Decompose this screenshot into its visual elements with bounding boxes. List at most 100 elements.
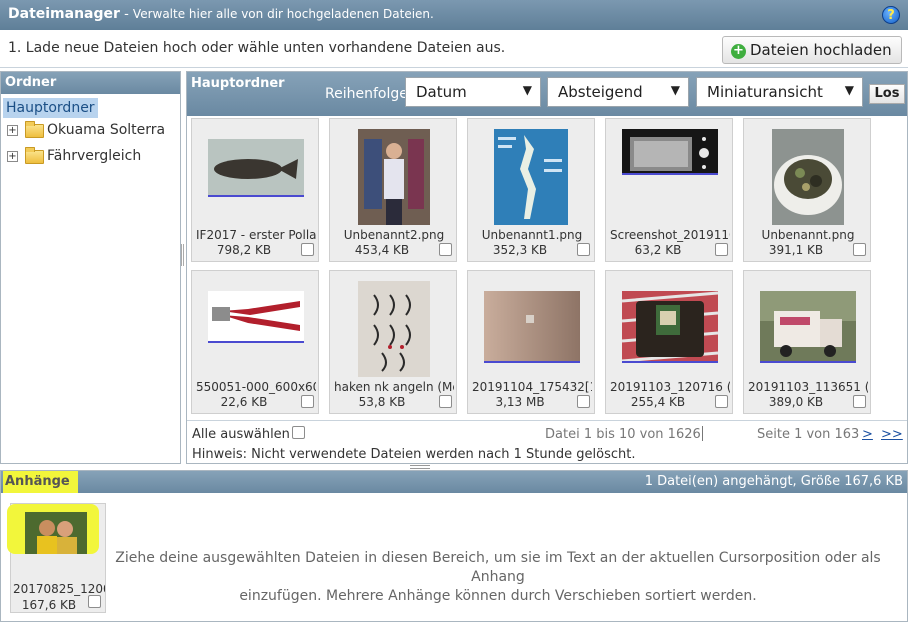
file-tile[interactable]: Unbenannt1.png 352,3 KB: [467, 118, 595, 262]
sort-direction-value: Absteigend: [558, 83, 643, 101]
view-mode-select[interactable]: Miniaturansicht ▼: [696, 77, 863, 107]
file-browser: Hauptordner Reihenfolge: Datum ▼ Absteig…: [186, 71, 908, 464]
file-name: Unbenannt.png: [761, 228, 855, 242]
file-name: IF2017 - erster Pollacl: [196, 228, 316, 242]
dropdown-arrow-icon: ▼: [670, 83, 680, 97]
hooks-photo-thumbnail: [358, 281, 430, 377]
file-checkbox[interactable]: [301, 395, 314, 408]
instruction-text: 1. Lade neue Dateien hoch oder wähle unt…: [8, 40, 506, 56]
pliers-photo-thumbnail: [208, 291, 304, 343]
file-tile[interactable]: Screenshot_20191105 63,2 KB: [605, 118, 733, 262]
file-tile[interactable]: Unbenannt2.png 453,4 KB: [329, 118, 457, 262]
folder-sidebar: Ordner Hauptordner + Okuama Solterra + F…: [0, 71, 181, 464]
map-photo-thumbnail: [494, 129, 568, 225]
file-checkbox[interactable]: [715, 243, 728, 256]
vertical-splitter[interactable]: [181, 244, 184, 266]
file-checkbox[interactable]: [715, 395, 728, 408]
title-bar: Dateimanager - Verwalte hier alle von di…: [0, 0, 908, 30]
file-tile[interactable]: Unbenannt.png 391,1 KB: [743, 118, 871, 262]
delete-hint: Hinweis: Nicht verwendete Dateien werden…: [192, 447, 636, 462]
folder-root[interactable]: Hauptordner: [3, 98, 98, 118]
help-icon[interactable]: ?: [882, 6, 900, 24]
attachment-tile[interactable]: 20170825_1200 167,6 KB: [7, 503, 106, 613]
file-name: 20191103_113651 (M: [748, 380, 868, 394]
file-count: Datei 1 bis 10 von 1626: [545, 427, 701, 442]
drop-zone-hint: Ziehe deine ausgewählten Dateien in dies…: [113, 549, 883, 606]
attachments-header: Anhänge 1 Datei(en) angehängt, Größe 167…: [1, 471, 907, 493]
file-size: 391,1 KB: [768, 243, 824, 257]
file-size: 3,13 MB: [495, 395, 545, 409]
attachments-summary: 1 Datei(en) angehängt, Größe 167,6 KB: [644, 474, 903, 489]
file-checkbox[interactable]: [439, 395, 452, 408]
file-name: 20191104_175432[1].: [472, 380, 592, 394]
sort-field-select[interactable]: Datum ▼: [405, 77, 541, 107]
file-checkbox[interactable]: [853, 243, 866, 256]
person-photo-thumbnail: [358, 129, 430, 225]
file-tile[interactable]: 20191103_113651 (M 389,0 KB: [743, 270, 871, 414]
file-checkbox[interactable]: [88, 595, 101, 608]
file-name: Screenshot_20191105: [610, 228, 730, 242]
expand-icon[interactable]: +: [7, 151, 18, 162]
sort-label: Reihenfolge:: [325, 86, 413, 102]
wall-photo-thumbnail: [484, 291, 580, 363]
file-tile[interactable]: IF2017 - erster Pollacl 798,2 KB: [191, 118, 319, 262]
page-count: Seite 1 von 163: [757, 427, 860, 442]
file-name: Unbenannt1.png: [481, 228, 583, 242]
file-size: 22,6 KB: [220, 395, 268, 409]
folder-item-okuama[interactable]: + Okuama Solterra: [1, 118, 180, 144]
select-all-label[interactable]: Alle auswählen: [192, 427, 290, 442]
last-page-link[interactable]: >>: [881, 427, 903, 442]
attachments-panel: Anhänge 1 Datei(en) angehängt, Größe 167…: [0, 470, 908, 622]
file-size: 352,3 KB: [492, 243, 548, 257]
file-checkbox[interactable]: [439, 243, 452, 256]
file-size: 63,2 KB: [634, 243, 682, 257]
file-size: 167,6 KB: [21, 598, 77, 612]
browser-header: Hauptordner Reihenfolge: Datum ▼ Absteig…: [187, 72, 907, 116]
folder-label: Okuama Solterra: [47, 122, 166, 138]
package-photo-thumbnail: [622, 291, 718, 363]
file-name: 20191103_120716 (M: [610, 380, 730, 394]
go-button[interactable]: Los: [869, 84, 905, 104]
file-tile[interactable]: 550051-000_600x600 22,6 KB: [191, 270, 319, 414]
sort-direction-select[interactable]: Absteigend ▼: [547, 77, 689, 107]
file-grid: IF2017 - erster Pollacl 798,2 KB Unbenan…: [191, 118, 907, 418]
dropdown-arrow-icon: ▼: [522, 83, 532, 97]
file-checkbox[interactable]: [853, 395, 866, 408]
folder-icon: [25, 147, 44, 164]
select-all-checkbox[interactable]: [292, 426, 305, 439]
attachments-title: Anhänge: [3, 471, 78, 493]
browser-footer: Alle auswählen Datei 1 bis 10 von 1626 S…: [187, 420, 907, 464]
expand-icon[interactable]: +: [7, 125, 18, 136]
dropdown-arrow-icon: ▼: [844, 83, 854, 97]
view-mode-value: Miniaturansicht: [707, 83, 823, 101]
food-photo-thumbnail: [772, 129, 844, 225]
file-name: 20170825_1200: [13, 582, 105, 596]
drop-hint-line: Ziehe deine ausgewählten Dateien in dies…: [115, 550, 881, 585]
divider: [702, 426, 703, 441]
file-tile[interactable]: 20191104_175432[1]. 3,13 MB: [467, 270, 595, 414]
next-page-link[interactable]: >: [862, 427, 873, 442]
file-size: 453,4 KB: [354, 243, 410, 257]
file-checkbox[interactable]: [577, 243, 590, 256]
fish-photo-thumbnail: [208, 139, 304, 197]
file-tile[interactable]: 20191103_120716 (M 255,4 KB: [605, 270, 733, 414]
sort-field-value: Datum: [416, 83, 467, 101]
folder-label: Fährvergleich: [47, 148, 142, 164]
truck-photo-thumbnail: [760, 291, 856, 363]
horizontal-splitter[interactable]: [410, 465, 430, 469]
upload-files-button[interactable]: + Dateien hochladen: [722, 36, 902, 64]
folder-icon: [25, 121, 44, 138]
file-size: 53,8 KB: [358, 395, 406, 409]
file-checkbox[interactable]: [577, 395, 590, 408]
phone-photo-thumbnail: [622, 129, 718, 175]
title-separator: -: [124, 7, 129, 22]
file-name: Unbenannt2.png: [343, 228, 445, 242]
file-checkbox[interactable]: [301, 243, 314, 256]
file-size: 798,2 KB: [216, 243, 272, 257]
file-name: haken nk angeln (Mec: [334, 380, 454, 394]
instruction-bar: 1. Lade neue Dateien hoch oder wähle unt…: [0, 30, 908, 68]
folder-item-faehrvergleich[interactable]: + Fährvergleich: [1, 144, 180, 170]
upload-button-label: Dateien hochladen: [750, 41, 892, 59]
people-photo-thumbnail: [25, 512, 87, 554]
file-tile[interactable]: haken nk angeln (Mec 53,8 KB: [329, 270, 457, 414]
